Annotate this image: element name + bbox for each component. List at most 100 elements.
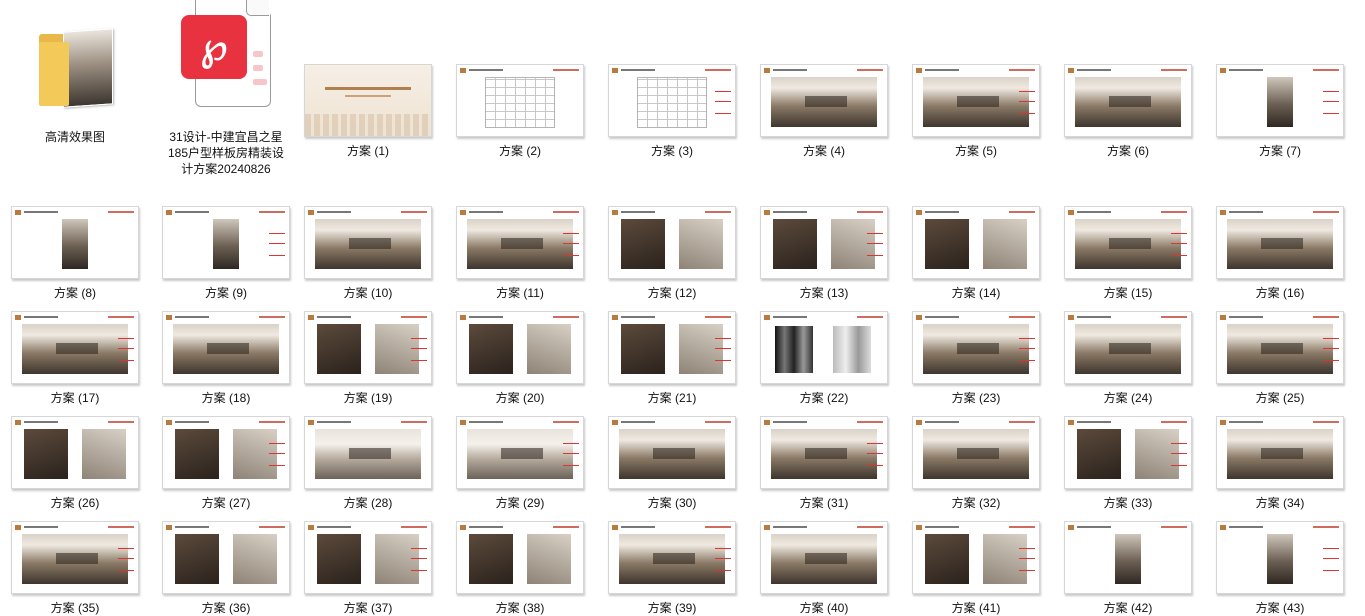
thumbnail (597, 517, 747, 597)
thumbnail (0, 202, 150, 282)
image-file-item[interactable]: 方案 (34) (1205, 412, 1355, 511)
image-file-item[interactable]: 方案 (27) (151, 412, 301, 511)
image-file-item[interactable]: 方案 (20) (445, 307, 595, 406)
file-name-label: 方案 (32) (951, 496, 1001, 510)
file-name-label: 方案 (14) (951, 286, 1001, 300)
image-file-item[interactable]: 方案 (17) (0, 307, 150, 406)
image-file-item[interactable]: 方案 (43) (1205, 517, 1355, 616)
file-name-label: 方案 (42) (1103, 601, 1153, 615)
image-file-item[interactable]: 方案 (38) (445, 517, 595, 616)
image-file-item[interactable]: 方案 (1) (293, 60, 443, 159)
slide-thumbnail-image (456, 63, 584, 137)
thumbnail (597, 307, 747, 387)
thumbnail (293, 517, 443, 597)
image-file-item[interactable]: 方案 (2) (445, 60, 595, 159)
thumbnail (901, 517, 1051, 597)
image-file-item[interactable]: 方案 (3) (597, 60, 747, 159)
file-name-label: 方案 (31) (799, 496, 849, 510)
slide-thumbnail-image (1216, 520, 1344, 594)
image-file-item[interactable]: 方案 (25) (1205, 307, 1355, 406)
image-file-item[interactable]: 方案 (28) (293, 412, 443, 511)
slide-thumbnail-image (760, 310, 888, 384)
slide-thumbnail-image (456, 310, 584, 384)
thumbnail (151, 517, 301, 597)
image-file-item[interactable]: 方案 (15) (1053, 202, 1203, 301)
slide-thumbnail-image (760, 205, 888, 279)
image-file-item[interactable]: 方案 (29) (445, 412, 595, 511)
thumbnail (597, 60, 747, 140)
slide-thumbnail-image (1064, 415, 1192, 489)
image-file-item[interactable]: 方案 (36) (151, 517, 301, 616)
thumbnail (901, 307, 1051, 387)
image-file-item[interactable]: 方案 (16) (1205, 202, 1355, 301)
slide-thumbnail-image (456, 520, 584, 594)
file-name-label: 方案 (30) (647, 496, 697, 510)
file-name-label: 方案 (5) (954, 144, 997, 158)
file-name-label: 方案 (19) (343, 391, 393, 405)
image-file-item[interactable]: 方案 (5) (901, 60, 1051, 159)
image-file-item[interactable]: 方案 (31) (749, 412, 899, 511)
slide-thumbnail-image (162, 415, 290, 489)
file-name-label: 方案 (41) (951, 601, 1001, 615)
image-file-item[interactable]: 方案 (22) (749, 307, 899, 406)
file-name-label: 31设计-中建宜昌之星185户型样板房精装设计方案20240826 (167, 130, 285, 176)
thumbnail (445, 307, 595, 387)
image-file-item[interactable]: 方案 (42) (1053, 517, 1203, 616)
image-file-item[interactable]: 方案 (32) (901, 412, 1051, 511)
image-file-item[interactable]: 方案 (14) (901, 202, 1051, 301)
image-file-item[interactable]: 方案 (7) (1205, 60, 1355, 159)
thumbnail (293, 202, 443, 282)
slide-thumbnail-image (1216, 63, 1344, 137)
file-name-label: 高清效果图 (44, 130, 105, 144)
image-file-item[interactable]: 方案 (26) (0, 412, 150, 511)
image-file-item[interactable]: 方案 (12) (597, 202, 747, 301)
slide-thumbnail-image (608, 63, 736, 137)
thumbnail (293, 307, 443, 387)
image-file-item[interactable]: 方案 (41) (901, 517, 1051, 616)
slide-thumbnail-image (162, 205, 290, 279)
image-file-item[interactable]: 方案 (19) (293, 307, 443, 406)
image-file-item[interactable]: 方案 (23) (901, 307, 1051, 406)
image-file-item[interactable]: 方案 (40) (749, 517, 899, 616)
thumbnail (1053, 60, 1203, 140)
thumbnail (1205, 517, 1355, 597)
file-name-label: 方案 (26) (50, 496, 100, 510)
slide-thumbnail-image (162, 520, 290, 594)
file-name-label: 方案 (38) (495, 601, 545, 615)
image-file-item[interactable]: 方案 (8) (0, 202, 150, 301)
image-file-item[interactable]: 方案 (18) (151, 307, 301, 406)
image-file-item[interactable]: 方案 (30) (597, 412, 747, 511)
image-file-item[interactable]: 方案 (11) (445, 202, 595, 301)
image-file-item[interactable]: 方案 (9) (151, 202, 301, 301)
thumbnail (749, 202, 899, 282)
thumbnail (0, 8, 150, 126)
image-file-item[interactable]: 方案 (37) (293, 517, 443, 616)
image-file-item[interactable]: 方案 (4) (749, 60, 899, 159)
image-file-item[interactable]: 方案 (24) (1053, 307, 1203, 406)
image-file-item[interactable]: 方案 (35) (0, 517, 150, 616)
file-name-label: 方案 (35) (50, 601, 100, 615)
image-file-item[interactable]: 方案 (10) (293, 202, 443, 301)
slide-thumbnail-image (1216, 205, 1344, 279)
thumbnail (1205, 307, 1355, 387)
image-file-item[interactable]: 方案 (39) (597, 517, 747, 616)
thumbnail (151, 412, 301, 492)
folder-item[interactable]: 高清效果图 (0, 8, 150, 145)
image-file-item[interactable]: 方案 (21) (597, 307, 747, 406)
thumbnail: ℘ (151, 0, 301, 126)
file-name-label: 方案 (39) (647, 601, 697, 615)
slide-thumbnail-image (456, 205, 584, 279)
slide-thumbnail-image (162, 310, 290, 384)
file-name-label: 方案 (6) (1106, 144, 1149, 158)
file-name-label: 方案 (36) (201, 601, 251, 615)
slide-thumbnail-image (1064, 520, 1192, 594)
image-file-item[interactable]: 方案 (13) (749, 202, 899, 301)
image-file-item[interactable]: 方案 (33) (1053, 412, 1203, 511)
file-name-label: 方案 (15) (1103, 286, 1153, 300)
file-name-label: 方案 (3) (650, 144, 693, 158)
file-name-label: 方案 (20) (495, 391, 545, 405)
slide-thumbnail-image (1216, 415, 1344, 489)
pdf-file-item[interactable]: ℘ 31设计-中建宜昌之星185户型样板房精装设计方案20240826 (151, 0, 301, 177)
image-file-item[interactable]: 方案 (6) (1053, 60, 1203, 159)
slide-thumbnail-image (11, 520, 139, 594)
